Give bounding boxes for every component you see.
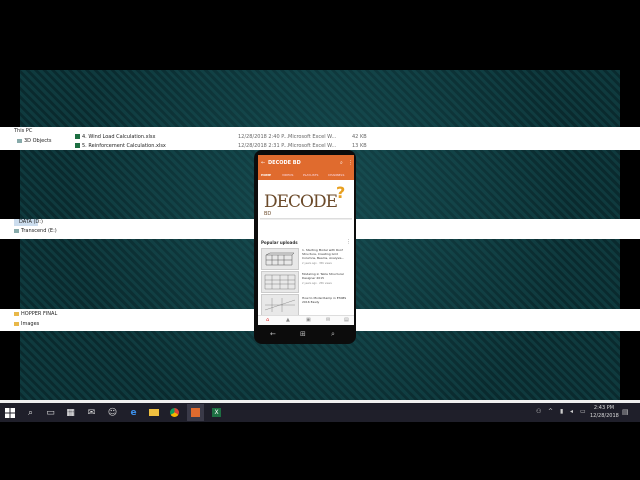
keyboard-icon[interactable]: ▭: [580, 408, 586, 415]
more-icon[interactable]: ⋮: [348, 160, 353, 166]
sidebar-item-images[interactable]: Images: [14, 321, 39, 327]
phone-search-icon[interactable]: ⌕: [331, 330, 335, 339]
sidebar-item-data-drive[interactable]: DATA (D:): [19, 219, 43, 225]
phone-back-icon[interactable]: ←: [270, 330, 276, 338]
sidebar-item-label: 3D Objects: [24, 138, 52, 144]
chrome-icon[interactable]: [168, 406, 181, 419]
file-size: 13 KB: [352, 143, 367, 149]
divider: [260, 219, 352, 220]
section-title: Popular uploads: [261, 240, 298, 245]
tab-channels[interactable]: CHANNELS: [328, 173, 344, 177]
file-type: Microsoft Excel W...: [288, 143, 337, 149]
people-icon[interactable]: ☺: [106, 406, 119, 419]
file-size: 42 KB: [352, 134, 367, 140]
notification-icon[interactable]: ▤: [622, 408, 629, 416]
folder-icon: [14, 311, 19, 316]
taskbar: ⌕ ▭ ▦ ✉ ☺ e X ⚇ ^ ▮ ◂ ▭ 2:43 PM 12/28/20…: [0, 403, 640, 422]
sidebar-item-hopper[interactable]: HOPPER FINAL: [14, 311, 57, 317]
video-meta: 2 years ago · 35K views: [302, 262, 332, 265]
phone-screen: ← DECODE BD ⌕ ⋮ HOME VIDEOS PLAYLISTS CH…: [258, 155, 354, 325]
drive-icon: [14, 228, 19, 233]
banner-logo-suffix: BD: [264, 211, 272, 217]
file-date: 12/28/2018 2:40 P...: [238, 134, 289, 140]
edge-icon[interactable]: e: [127, 406, 140, 419]
file-row[interactable]: 5. Reinforcement Calculation.xlsx: [75, 143, 166, 149]
app-title: DECODE BD: [268, 160, 301, 166]
folder-icon: [14, 321, 19, 326]
home-icon[interactable]: ⌂: [266, 317, 269, 323]
sidebar-item-label: HOPPER FINAL: [21, 311, 58, 317]
search-icon[interactable]: ⌕: [24, 406, 37, 419]
search-icon[interactable]: ⌕: [340, 160, 343, 166]
back-icon[interactable]: ←: [261, 160, 265, 166]
explorer-strip-files: This PC 3D Objects 4. Wind Load Calculat…: [0, 127, 640, 150]
more-icon[interactable]: ⋮: [346, 239, 351, 245]
windows-icon[interactable]: [3, 406, 16, 419]
sidebar-item-transcend[interactable]: Transcend (E:): [14, 228, 57, 234]
video-thumbnail[interactable]: [261, 294, 299, 316]
video-meta: 2 years ago · 25K views: [302, 282, 332, 285]
sidebar-item-this-pc[interactable]: This PC: [14, 128, 32, 134]
video-thumbnail[interactable]: [261, 271, 299, 293]
store-icon[interactable]: ▦: [64, 406, 77, 419]
people-tray-icon[interactable]: ⚇: [536, 408, 541, 415]
3d-objects-icon: [17, 138, 22, 143]
network-icon[interactable]: ▮: [560, 408, 563, 415]
excel-file-icon: [75, 143, 80, 148]
chevron-up-icon[interactable]: ^: [548, 408, 553, 415]
inbox-icon[interactable]: ✉: [326, 317, 330, 323]
video-title[interactable]: Modeling in Tekla Structural Designer 20…: [302, 272, 352, 280]
app-bar: ← DECODE BD ⌕ ⋮ HOME VIDEOS PLAYLISTS CH…: [258, 155, 354, 180]
sidebar-item-3d-objects[interactable]: 3D Objects: [17, 138, 52, 144]
lightbulb-icon: ?: [336, 183, 346, 202]
tab-home[interactable]: HOME: [261, 173, 271, 177]
clock-time[interactable]: 2:43 PM: [590, 405, 618, 411]
phone-windows-icon[interactable]: ⊞: [300, 330, 306, 338]
sidebar-item-label: Transcend (E:): [21, 228, 57, 234]
video-title[interactable]: How to Model Ramp in ETABS 2016 Easily: [302, 296, 352, 304]
trending-icon[interactable]: ▲: [286, 317, 290, 323]
file-row[interactable]: 4. Wind Load Calculation.xlsx: [75, 134, 156, 140]
banner-logo: DECODE: [264, 192, 338, 212]
file-name: 5. Reinforcement Calculation.xlsx: [82, 143, 166, 149]
subscriptions-icon[interactable]: ▣: [306, 317, 311, 323]
ramp-model-icon: [264, 298, 296, 312]
sidebar-item-label: Images: [21, 321, 40, 327]
grid-model-icon: [264, 274, 296, 290]
volume-icon[interactable]: ◂: [570, 408, 573, 415]
mail-icon[interactable]: ✉: [85, 406, 98, 419]
excel-file-icon: [75, 134, 80, 139]
clock-date[interactable]: 12/28/2018: [590, 413, 619, 419]
excel-icon[interactable]: X: [210, 406, 223, 419]
structure-model-icon: [265, 252, 295, 266]
app-icon[interactable]: [189, 406, 202, 419]
bottom-nav: ⌂ ▲ ▣ ✉ ▤: [258, 315, 354, 325]
file-explorer-icon[interactable]: [147, 406, 160, 419]
tab-videos[interactable]: VIDEOS: [282, 173, 293, 177]
file-date: 12/28/2018 2:31 P...: [238, 143, 289, 149]
video-title[interactable]: 1. Starting Model with Roof Structure, C…: [302, 248, 352, 260]
tab-playlists[interactable]: PLAYLISTS: [303, 173, 318, 177]
library-icon[interactable]: ▤: [344, 317, 349, 323]
video-thumbnail[interactable]: [261, 248, 299, 270]
task-view-icon[interactable]: ▭: [44, 406, 57, 419]
channel-banner: DECODE ? BD: [260, 182, 352, 219]
file-name: 4. Wind Load Calculation.xlsx: [82, 134, 156, 140]
file-type: Microsoft Excel W...: [288, 134, 337, 140]
